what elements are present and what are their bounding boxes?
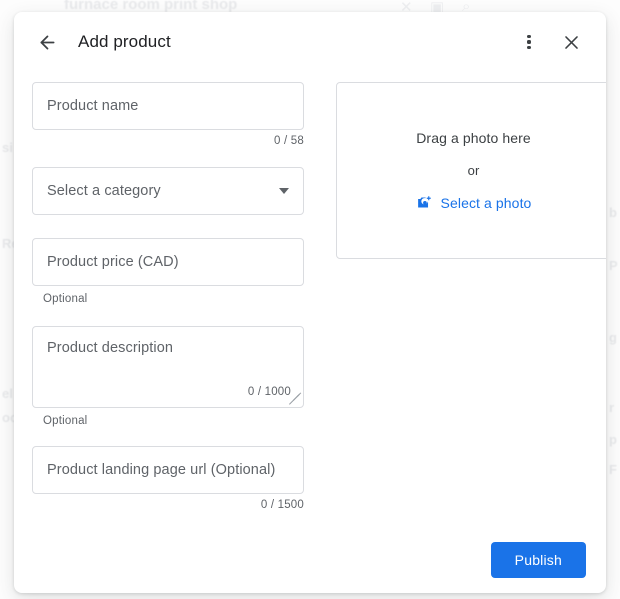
category-placeholder: Select a category <box>47 183 161 199</box>
product-description-input[interactable]: Product description 0 / 1000 <box>32 326 304 408</box>
product-description-helper: Optional <box>43 415 88 427</box>
product-description-counter: 0 / 1000 <box>247 386 291 398</box>
publish-button[interactable]: Publish <box>490 542 586 578</box>
dialog-footer: Publish <box>14 527 606 593</box>
background-fragment: r <box>609 400 615 415</box>
background-fragment: el <box>2 386 13 401</box>
product-name-counter: 0 / 58 <box>274 135 304 147</box>
select-photo-button[interactable]: Select a photo <box>416 194 532 211</box>
landing-url-input[interactable]: Product landing page url (Optional) <box>32 446 304 494</box>
category-select[interactable]: Select a category <box>32 167 304 215</box>
add-a-photo-icon <box>417 196 431 208</box>
add-product-dialog: Add product Product name 0 / 58 Select a… <box>14 12 606 593</box>
product-price-helper: Optional <box>43 293 88 305</box>
back-button[interactable] <box>30 25 64 59</box>
background-fragment: F <box>609 462 617 477</box>
arrow-left-icon <box>40 35 54 49</box>
close-button[interactable] <box>554 25 588 59</box>
background-fragment: g <box>609 330 617 345</box>
chevron-down-icon <box>279 188 289 194</box>
more-vert-icon <box>527 34 531 50</box>
landing-url-placeholder: Product landing page url (Optional) <box>47 462 276 478</box>
product-description-placeholder: Product description <box>47 340 174 356</box>
background-fragment: b <box>609 205 617 220</box>
form-column: Product name 0 / 58 Select a category Pr… <box>32 72 322 527</box>
drag-photo-text: Drag a photo here <box>416 130 531 146</box>
background-fragment: p <box>609 432 617 447</box>
background-fragment: si <box>2 140 13 155</box>
overflow-menu-button[interactable] <box>512 25 546 59</box>
close-icon <box>564 35 578 49</box>
background-fragment: P <box>609 258 618 273</box>
dialog-title: Add product <box>78 32 171 51</box>
landing-url-counter: 0 / 1500 <box>260 499 304 511</box>
product-name-input[interactable]: Product name <box>32 82 304 130</box>
product-name-placeholder: Product name <box>47 98 139 114</box>
select-photo-label: Select a photo <box>440 194 532 211</box>
dialog-body: Product name 0 / 58 Select a category Pr… <box>14 72 606 527</box>
photo-dropzone[interactable]: Drag a photo here or Select a photo <box>336 82 606 259</box>
resize-grip-icon[interactable] <box>288 392 302 406</box>
product-price-input[interactable]: Product price (CAD) <box>32 238 304 286</box>
dialog-header: Add product <box>14 12 606 72</box>
product-price-placeholder: Product price (CAD) <box>47 254 179 270</box>
or-text: or <box>467 163 480 178</box>
photo-column: Drag a photo here or Select a photo <box>336 72 606 527</box>
